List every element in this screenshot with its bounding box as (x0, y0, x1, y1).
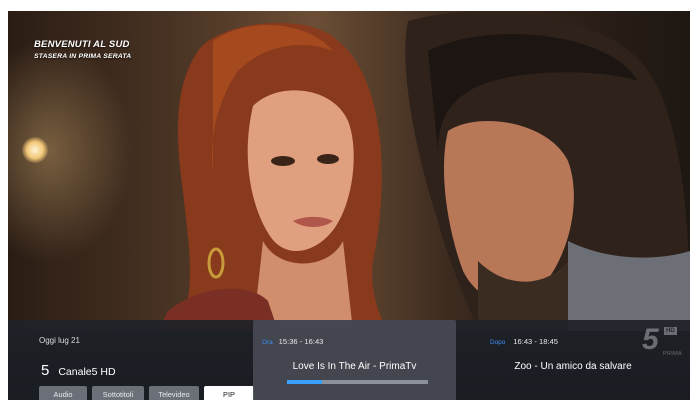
now-program-title: Love Is In The Air - PrimaTv (292, 361, 417, 372)
channel-section: Oggi lug 21 5 Canale5 HD Audio Sottotito… (8, 320, 254, 400)
logo-hd-badge: HD (664, 327, 677, 335)
teletext-button[interactable]: Televideo (149, 386, 199, 400)
up-next-section[interactable]: Dopo 16:43 - 18:45 Zoo - Un amico da sal… (456, 320, 690, 400)
option-buttons: Audio Sottotitoli Televideo PIP (39, 386, 254, 400)
canale5-logo-icon: 5 HD PRIMA (642, 323, 682, 365)
date-label: Oggi lug 21 (39, 336, 80, 345)
channel-info-bar: Oggi lug 21 5 Canale5 HD Audio Sottotito… (8, 320, 690, 400)
next-time-slot: 16:43 - 18:45 (513, 337, 559, 346)
logo-subtext: PRIMA (663, 351, 682, 357)
promo-subtitle: STASERA IN PRIMA SERATA (34, 53, 132, 60)
now-header: Ora 15:36 - 16:43 (262, 337, 323, 346)
next-header: Dopo 16:43 - 18:45 (490, 337, 558, 346)
logo-digit: 5 (642, 323, 659, 356)
program-progress-fill (287, 380, 323, 384)
program-progress-bar (287, 380, 428, 384)
channel-number: 5 (41, 362, 50, 379)
next-tag: Dopo (490, 339, 506, 346)
background-lamp (22, 137, 48, 163)
promo-overlay: BENVENUTI AL SUD STASERA IN PRIMA SERATA (34, 39, 131, 60)
now-tag: Ora (262, 339, 273, 346)
channel-identity: 5 Canale5 HD (41, 362, 116, 379)
now-playing-section[interactable]: Ora 15:36 - 16:43 Love Is In The Air - P… (253, 320, 456, 400)
tv-screen: BENVENUTI AL SUD STASERA IN PRIMA SERATA… (8, 11, 690, 400)
audio-button[interactable]: Audio (39, 386, 87, 400)
pip-button[interactable]: PIP (204, 386, 254, 400)
promo-title: BENVENUTI AL SUD (34, 39, 130, 50)
now-time-slot: 15:36 - 16:43 (278, 337, 324, 346)
subtitles-button[interactable]: Sottotitoli (92, 386, 144, 400)
channel-name: Canale5 HD (58, 366, 116, 378)
